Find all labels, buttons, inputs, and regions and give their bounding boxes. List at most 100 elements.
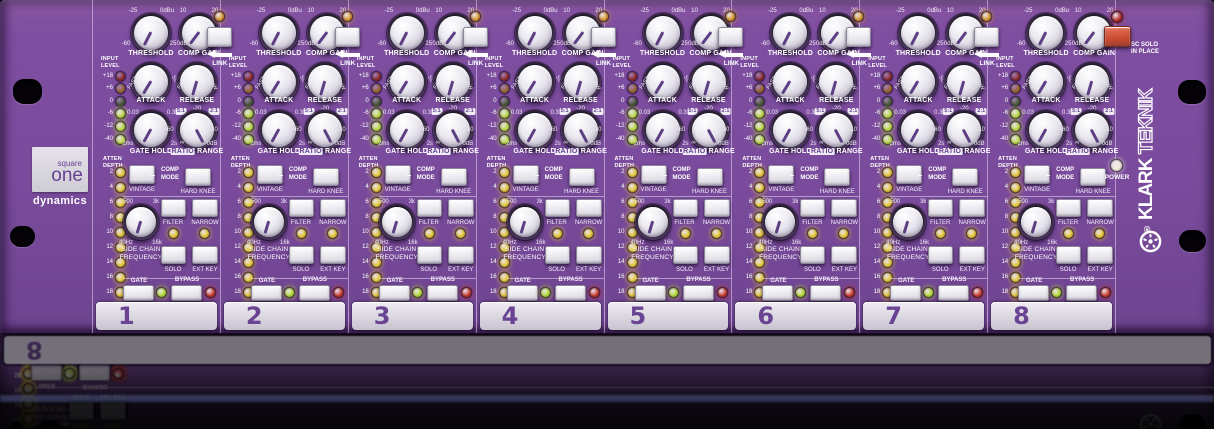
solo-button[interactable] [161, 246, 186, 264]
threshold-knob[interactable] [1026, 13, 1067, 53]
meter-row: 6 [479, 197, 509, 207]
link-button[interactable] [718, 27, 744, 47]
ext-key-button[interactable] [959, 246, 986, 264]
gate-button[interactable] [378, 285, 410, 301]
threshold-knob[interactable] [642, 13, 683, 53]
link-button[interactable] [974, 27, 1000, 47]
filter-button[interactable] [544, 199, 570, 217]
meter-label: +6 [234, 85, 241, 92]
side-chain-frequency-knob[interactable] [378, 204, 415, 240]
narrow-label: NARROW [1086, 220, 1114, 226]
channel-number-plate: 4 [479, 302, 601, 330]
meter-led [243, 167, 253, 177]
solo-button[interactable] [1056, 246, 1082, 264]
gate-hold-scale: 0.3 [550, 110, 559, 116]
threshold-knob[interactable] [258, 13, 299, 53]
meter-label: 4 [621, 183, 625, 190]
link-button[interactable] [846, 27, 872, 47]
filter-button[interactable] [672, 199, 698, 217]
threshold-knob[interactable] [386, 13, 427, 53]
solo-button[interactable] [672, 246, 698, 264]
solo-button[interactable] [416, 246, 442, 264]
gate-button[interactable] [634, 285, 666, 301]
filter-button[interactable] [800, 199, 826, 217]
meter-label: -40 [615, 135, 625, 142]
klark-teknik-wheel-icon [1139, 230, 1162, 253]
hard-knee-button[interactable] [440, 168, 467, 186]
link-button[interactable] [590, 27, 616, 47]
gate-button[interactable] [1018, 285, 1050, 301]
threshold-knob[interactable] [770, 13, 811, 53]
hard-knee-button[interactable] [312, 168, 339, 186]
bypass-button[interactable] [682, 285, 714, 301]
solo-button[interactable] [800, 246, 826, 264]
solo-button[interactable] [288, 246, 314, 264]
filter-button[interactable] [416, 199, 442, 217]
sc-solo-button[interactable] [1104, 26, 1131, 47]
hard-knee-button[interactable] [824, 168, 851, 186]
threshold-scale: -60 [377, 41, 387, 47]
hard-knee-button[interactable] [185, 168, 211, 186]
hard-knee-button[interactable] [952, 168, 979, 186]
bypass-button[interactable] [554, 285, 586, 301]
ext-key-button[interactable] [192, 246, 218, 264]
ext-key-button[interactable] [319, 246, 346, 264]
solo-button[interactable] [928, 246, 954, 264]
side-chain-frequency-knob[interactable] [123, 204, 159, 240]
link-button[interactable] [462, 27, 488, 47]
ext-key-button[interactable] [575, 246, 602, 264]
ext-key-button[interactable] [703, 246, 730, 264]
link-button[interactable] [334, 27, 360, 47]
gate-button[interactable] [123, 285, 154, 301]
hard-knee-button[interactable] [696, 168, 723, 186]
attack-knob[interactable] [770, 62, 811, 102]
bypass-button[interactable] [810, 285, 842, 301]
ext-key-button[interactable] [1087, 246, 1114, 264]
side-chain-frequency-knob[interactable] [890, 204, 927, 240]
gate-button[interactable] [762, 285, 794, 301]
meter-row: -6 [479, 109, 509, 119]
side-chain-frequency-knob[interactable] [506, 204, 543, 240]
narrow-button[interactable] [192, 199, 218, 217]
filter-button[interactable] [1056, 199, 1082, 217]
narrow-button[interactable] [447, 199, 474, 217]
bypass-button[interactable] [171, 285, 202, 301]
narrow-button[interactable] [1087, 199, 1114, 217]
gate-button[interactable] [506, 285, 538, 301]
narrow-button[interactable] [319, 199, 346, 217]
bypass-button[interactable] [938, 285, 970, 301]
side-chain-frequency-knob[interactable] [634, 204, 671, 240]
threshold-knob[interactable] [514, 13, 555, 53]
side-chain-frequency-knob[interactable] [250, 204, 287, 240]
bypass-led [461, 288, 471, 297]
meter-label: 14 [234, 259, 241, 266]
filter-button[interactable] [288, 199, 314, 217]
ext-key-button[interactable] [831, 246, 858, 264]
meter-label: 12 [489, 244, 497, 250]
solo-button[interactable] [544, 246, 570, 264]
meter-row: 18 [607, 288, 637, 298]
bypass-button[interactable] [298, 285, 330, 301]
bypass-button[interactable] [426, 285, 458, 301]
ext-key-button[interactable] [447, 246, 474, 264]
link-button[interactable] [206, 27, 232, 47]
attack-knob[interactable] [898, 62, 939, 102]
gate-button[interactable] [250, 285, 282, 301]
filter-button[interactable] [928, 199, 954, 217]
comp-gain-scale: 10 [435, 8, 443, 14]
narrow-button[interactable] [959, 199, 986, 217]
ratio-scale: -10 [720, 127, 730, 133]
filter-button[interactable] [161, 199, 186, 217]
meter-row: 0 [479, 96, 509, 106]
narrow-button[interactable] [575, 199, 602, 217]
side-chain-frequency-knob[interactable] [762, 204, 799, 240]
hard-knee-button[interactable] [568, 168, 595, 186]
narrow-button[interactable] [831, 199, 858, 217]
gate-button[interactable] [890, 285, 922, 301]
side-chain-frequency-knob[interactable] [1018, 204, 1055, 240]
narrow-button[interactable] [703, 199, 730, 217]
bypass-button[interactable] [1066, 285, 1098, 301]
threshold-knob[interactable] [131, 13, 171, 53]
meter-led [755, 167, 765, 177]
threshold-knob[interactable] [898, 13, 939, 53]
